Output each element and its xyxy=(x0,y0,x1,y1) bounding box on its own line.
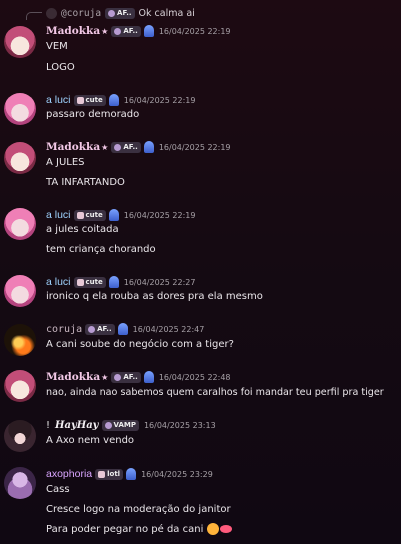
guild-tag: lotl xyxy=(95,468,124,480)
message-text: passaro demorado xyxy=(46,109,140,120)
message-text: ironico q ela rouba as dores pra ela mes… xyxy=(46,291,263,302)
kiss-mark-icon xyxy=(219,525,232,533)
ghost-badge-icon[interactable] xyxy=(126,468,137,480)
message-header: Madokka ★ AF.. 16/04/2025 22:19 xyxy=(46,140,231,154)
message-header: axophoria lotl 16/04/2025 23:29 xyxy=(46,467,213,481)
message-text-line: Para poder pegar no pé da cani xyxy=(46,523,232,535)
avatar[interactable] xyxy=(4,324,36,356)
message-text: nao, ainda nao sabemos quem caralhos foi… xyxy=(46,387,384,398)
guild-tag: AF.. xyxy=(111,25,141,37)
guild-tag: AF.. xyxy=(111,141,141,153)
guild-tag-icon xyxy=(104,421,112,429)
message-header: Madokka ★ AF.. 16/04/2025 22:48 xyxy=(46,370,231,384)
star-icon: ★ xyxy=(101,142,109,152)
ghost-badge-icon[interactable] xyxy=(143,25,154,37)
author-name[interactable]: Madokka xyxy=(46,371,100,383)
star-icon: ★ xyxy=(101,372,109,382)
guild-tag-icon xyxy=(88,325,96,333)
message-text: A Axo nem vendo xyxy=(46,435,135,446)
ghost-badge-icon[interactable] xyxy=(143,371,154,383)
message-text: Para poder pegar no pé da cani xyxy=(46,524,204,535)
message-header: ! HayHay VAMP 16/04/2025 23:13 xyxy=(46,418,216,432)
avatar[interactable] xyxy=(4,208,36,240)
timestamp: 16/04/2025 23:29 xyxy=(141,469,213,479)
guild-tag-icon xyxy=(108,9,116,17)
message-header: a luci cute 16/04/2025 22:27 xyxy=(46,275,195,289)
message-header: a luci cute 16/04/2025 22:19 xyxy=(46,93,195,107)
author-name[interactable]: a luci xyxy=(46,276,71,288)
ghost-badge-icon[interactable] xyxy=(108,209,119,221)
ghost-badge-icon[interactable] xyxy=(143,141,154,153)
reply-preview[interactable]: @coruja AF.. Ok calma ai xyxy=(26,6,195,20)
guild-tag-icon xyxy=(114,143,122,151)
guild-tag-icon xyxy=(76,278,84,286)
message-text: A JULES xyxy=(46,157,85,168)
guild-tag: VAMP xyxy=(101,419,139,431)
avatar[interactable] xyxy=(4,467,36,499)
smiling-face-hearts-icon xyxy=(206,523,219,535)
message-text: tem criança chorando xyxy=(46,244,156,255)
guild-tag-icon xyxy=(114,373,122,381)
guild-tag-icon xyxy=(114,27,122,35)
reply-author[interactable]: @coruja xyxy=(61,8,101,19)
guild-tag: cute xyxy=(73,209,106,221)
ghost-badge-icon[interactable] xyxy=(108,94,119,106)
avatar[interactable] xyxy=(4,420,36,452)
message-header: coruja AF.. 16/04/2025 22:47 xyxy=(46,322,204,336)
star-icon: ★ xyxy=(101,26,109,36)
author-name[interactable]: coruja xyxy=(46,324,82,335)
author-prefix: ! xyxy=(46,419,51,431)
timestamp: 16/04/2025 22:19 xyxy=(158,26,231,36)
ghost-badge-icon[interactable] xyxy=(108,276,119,288)
avatar[interactable] xyxy=(4,142,36,174)
avatar[interactable] xyxy=(4,275,36,307)
guild-tag-icon xyxy=(76,96,84,104)
guild-tag-icon xyxy=(98,470,106,478)
message-text: TA INFARTANDO xyxy=(46,177,125,188)
message-text: LOGO xyxy=(46,62,75,73)
avatar[interactable] xyxy=(4,93,36,125)
guild-tag: AF.. xyxy=(105,7,135,19)
message-text: a jules coitada xyxy=(46,224,119,235)
timestamp: 16/04/2025 23:13 xyxy=(143,420,216,430)
message-text: VEM xyxy=(46,41,68,52)
author-name[interactable]: axophoria xyxy=(46,468,92,480)
reply-text[interactable]: Ok calma ai xyxy=(139,8,195,19)
message-text: A cani soube do negócio com a tiger? xyxy=(46,339,234,350)
timestamp: 16/04/2025 22:19 xyxy=(158,142,231,152)
guild-tag: cute xyxy=(73,94,106,106)
timestamp: 16/04/2025 22:19 xyxy=(123,95,196,105)
timestamp: 16/04/2025 22:19 xyxy=(123,210,196,220)
timestamp: 16/04/2025 22:27 xyxy=(123,277,196,287)
message-text: Cresce logo na moderação do janitor xyxy=(46,504,231,515)
guild-tag: cute xyxy=(73,276,106,288)
author-name[interactable]: a luci xyxy=(46,94,71,106)
avatar[interactable] xyxy=(4,370,36,402)
reply-avatar xyxy=(46,7,57,19)
ghost-badge-icon[interactable] xyxy=(117,323,128,335)
guild-tag: AF.. xyxy=(85,323,115,335)
author-name[interactable]: Madokka xyxy=(46,25,100,37)
author-name[interactable]: HayHay xyxy=(55,420,98,431)
guild-tag: AF.. xyxy=(111,371,141,383)
timestamp: 16/04/2025 22:47 xyxy=(132,324,205,334)
message-text: Cass xyxy=(46,484,70,495)
message-header: Madokka ★ AF.. 16/04/2025 22:19 xyxy=(46,24,231,38)
guild-tag-icon xyxy=(76,211,84,219)
reply-connector xyxy=(26,11,42,20)
message-header: a luci cute 16/04/2025 22:19 xyxy=(46,208,195,222)
author-name[interactable]: Madokka xyxy=(46,141,100,153)
avatar[interactable] xyxy=(4,26,36,58)
author-name[interactable]: a luci xyxy=(46,209,71,221)
timestamp: 16/04/2025 22:48 xyxy=(158,372,231,382)
